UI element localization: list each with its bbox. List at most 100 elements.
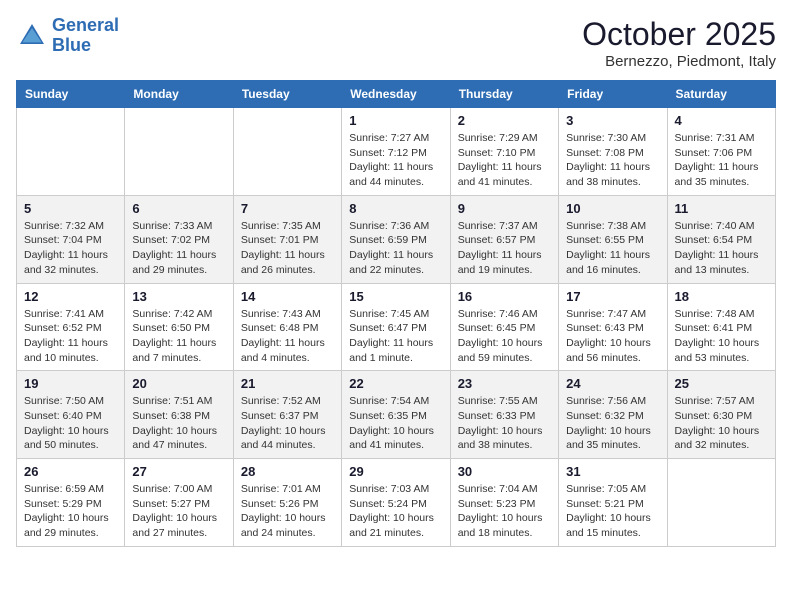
day-number: 22 bbox=[349, 376, 442, 391]
day-info: Sunrise: 7:50 AM Sunset: 6:40 PM Dayligh… bbox=[24, 394, 117, 453]
logo-icon bbox=[16, 20, 48, 52]
title-area: October 2025 Bernezzo, Piedmont, Italy bbox=[582, 16, 776, 70]
calendar-week-row: 19 Sunrise: 7:50 AM Sunset: 6:40 PM Dayli… bbox=[17, 371, 776, 459]
day-info: Sunrise: 7:33 AM Sunset: 7:02 PM Dayligh… bbox=[132, 219, 225, 278]
day-info: Sunrise: 7:36 AM Sunset: 6:59 PM Dayligh… bbox=[349, 219, 442, 278]
day-number: 25 bbox=[675, 376, 768, 391]
day-number: 16 bbox=[458, 289, 551, 304]
day-info: Sunrise: 7:40 AM Sunset: 6:54 PM Dayligh… bbox=[675, 219, 768, 278]
calendar-cell bbox=[125, 108, 233, 196]
weekday-header-cell: Wednesday bbox=[342, 81, 450, 108]
day-info: Sunrise: 7:32 AM Sunset: 7:04 PM Dayligh… bbox=[24, 219, 117, 278]
day-number: 14 bbox=[241, 289, 334, 304]
day-info: Sunrise: 7:37 AM Sunset: 6:57 PM Dayligh… bbox=[458, 219, 551, 278]
page-header: General Blue October 2025 Bernezzo, Pied… bbox=[16, 16, 776, 70]
day-info: Sunrise: 7:01 AM Sunset: 5:26 PM Dayligh… bbox=[241, 482, 334, 541]
day-info: Sunrise: 7:45 AM Sunset: 6:47 PM Dayligh… bbox=[349, 307, 442, 366]
day-number: 18 bbox=[675, 289, 768, 304]
day-info: Sunrise: 7:35 AM Sunset: 7:01 PM Dayligh… bbox=[241, 219, 334, 278]
calendar-cell: 14 Sunrise: 7:43 AM Sunset: 6:48 PM Dayli… bbox=[233, 283, 341, 371]
weekday-header-cell: Sunday bbox=[17, 81, 125, 108]
day-number: 17 bbox=[566, 289, 659, 304]
calendar-cell: 7 Sunrise: 7:35 AM Sunset: 7:01 PM Daylig… bbox=[233, 195, 341, 283]
calendar-cell: 22 Sunrise: 7:54 AM Sunset: 6:35 PM Dayli… bbox=[342, 371, 450, 459]
calendar-cell: 5 Sunrise: 7:32 AM Sunset: 7:04 PM Daylig… bbox=[17, 195, 125, 283]
day-number: 31 bbox=[566, 464, 659, 479]
calendar-cell: 2 Sunrise: 7:29 AM Sunset: 7:10 PM Daylig… bbox=[450, 108, 558, 196]
calendar-cell: 31 Sunrise: 7:05 AM Sunset: 5:21 PM Dayli… bbox=[559, 459, 667, 547]
day-number: 27 bbox=[132, 464, 225, 479]
calendar-cell bbox=[17, 108, 125, 196]
day-number: 3 bbox=[566, 113, 659, 128]
day-number: 26 bbox=[24, 464, 117, 479]
calendar-cell: 20Sunrise: 7:51 AM Sunset: 6:38 PM Dayli… bbox=[125, 371, 233, 459]
day-info: Sunrise: 7:27 AM Sunset: 7:12 PM Dayligh… bbox=[349, 131, 442, 190]
calendar-cell: 13 Sunrise: 7:42 AM Sunset: 6:50 PM Dayli… bbox=[125, 283, 233, 371]
day-info: Sunrise: 7:29 AM Sunset: 7:10 PM Dayligh… bbox=[458, 131, 551, 190]
calendar-cell: 28 Sunrise: 7:01 AM Sunset: 5:26 PM Dayli… bbox=[233, 459, 341, 547]
day-number: 23 bbox=[458, 376, 551, 391]
location-subtitle: Bernezzo, Piedmont, Italy bbox=[582, 53, 776, 70]
calendar-week-row: 26 Sunrise: 6:59 AM Sunset: 5:29 PM Dayli… bbox=[17, 459, 776, 547]
day-info: Sunrise: 7:47 AM Sunset: 6:43 PM Dayligh… bbox=[566, 307, 659, 366]
day-number: 5 bbox=[24, 201, 117, 216]
calendar-cell: 10 Sunrise: 7:38 AM Sunset: 6:55 PM Dayli… bbox=[559, 195, 667, 283]
day-info: Sunrise: 7:55 AM Sunset: 6:33 PM Dayligh… bbox=[458, 394, 551, 453]
calendar-cell: 27 Sunrise: 7:00 AM Sunset: 5:27 PM Dayli… bbox=[125, 459, 233, 547]
day-info: Sunrise: 7:52 AM Sunset: 6:37 PM Dayligh… bbox=[241, 394, 334, 453]
day-info: Sunrise: 7:56 AM Sunset: 6:32 PM Dayligh… bbox=[566, 394, 659, 453]
calendar-cell: 25 Sunrise: 7:57 AM Sunset: 6:30 PM Dayli… bbox=[667, 371, 775, 459]
month-title: October 2025 bbox=[582, 16, 776, 53]
day-number: 28 bbox=[241, 464, 334, 479]
day-info: Sunrise: 7:00 AM Sunset: 5:27 PM Dayligh… bbox=[132, 482, 225, 541]
calendar-cell: 8Sunrise: 7:36 AM Sunset: 6:59 PM Daylig… bbox=[342, 195, 450, 283]
day-info: Sunrise: 7:42 AM Sunset: 6:50 PM Dayligh… bbox=[132, 307, 225, 366]
day-number: 21 bbox=[241, 376, 334, 391]
logo-text: General Blue bbox=[52, 16, 119, 56]
day-info: Sunrise: 7:57 AM Sunset: 6:30 PM Dayligh… bbox=[675, 394, 768, 453]
day-number: 15 bbox=[349, 289, 442, 304]
calendar-body: 1Sunrise: 7:27 AM Sunset: 7:12 PM Daylig… bbox=[17, 108, 776, 547]
calendar-cell: 3Sunrise: 7:30 AM Sunset: 7:08 PM Daylig… bbox=[559, 108, 667, 196]
calendar-week-row: 12 Sunrise: 7:41 AM Sunset: 6:52 PM Dayli… bbox=[17, 283, 776, 371]
day-info: Sunrise: 7:51 AM Sunset: 6:38 PM Dayligh… bbox=[132, 394, 225, 453]
weekday-header-row: SundayMondayTuesdayWednesdayThursdayFrid… bbox=[17, 81, 776, 108]
calendar-cell: 26 Sunrise: 6:59 AM Sunset: 5:29 PM Dayli… bbox=[17, 459, 125, 547]
day-number: 13 bbox=[132, 289, 225, 304]
calendar-cell bbox=[667, 459, 775, 547]
day-info: Sunrise: 7:03 AM Sunset: 5:24 PM Dayligh… bbox=[349, 482, 442, 541]
calendar-cell bbox=[233, 108, 341, 196]
weekday-header-cell: Tuesday bbox=[233, 81, 341, 108]
day-info: Sunrise: 7:05 AM Sunset: 5:21 PM Dayligh… bbox=[566, 482, 659, 541]
day-number: 12 bbox=[24, 289, 117, 304]
day-info: Sunrise: 7:41 AM Sunset: 6:52 PM Dayligh… bbox=[24, 307, 117, 366]
logo: General Blue bbox=[16, 16, 119, 56]
day-number: 19 bbox=[24, 376, 117, 391]
calendar-cell: 6Sunrise: 7:33 AM Sunset: 7:02 PM Daylig… bbox=[125, 195, 233, 283]
day-number: 10 bbox=[566, 201, 659, 216]
day-number: 7 bbox=[241, 201, 334, 216]
calendar-cell: 17 Sunrise: 7:47 AM Sunset: 6:43 PM Dayli… bbox=[559, 283, 667, 371]
weekday-header-cell: Thursday bbox=[450, 81, 558, 108]
calendar-cell: 9 Sunrise: 7:37 AM Sunset: 6:57 PM Daylig… bbox=[450, 195, 558, 283]
weekday-header-cell: Monday bbox=[125, 81, 233, 108]
calendar-cell: 21 Sunrise: 7:52 AM Sunset: 6:37 PM Dayli… bbox=[233, 371, 341, 459]
calendar-cell: 29 Sunrise: 7:03 AM Sunset: 5:24 PM Dayli… bbox=[342, 459, 450, 547]
calendar-cell: 18 Sunrise: 7:48 AM Sunset: 6:41 PM Dayli… bbox=[667, 283, 775, 371]
day-info: Sunrise: 7:04 AM Sunset: 5:23 PM Dayligh… bbox=[458, 482, 551, 541]
calendar-cell: 1Sunrise: 7:27 AM Sunset: 7:12 PM Daylig… bbox=[342, 108, 450, 196]
day-info: Sunrise: 7:48 AM Sunset: 6:41 PM Dayligh… bbox=[675, 307, 768, 366]
day-info: Sunrise: 7:46 AM Sunset: 6:45 PM Dayligh… bbox=[458, 307, 551, 366]
day-info: Sunrise: 6:59 AM Sunset: 5:29 PM Dayligh… bbox=[24, 482, 117, 541]
logo-line1: General bbox=[52, 15, 119, 35]
day-number: 11 bbox=[675, 201, 768, 216]
day-number: 9 bbox=[458, 201, 551, 216]
day-number: 29 bbox=[349, 464, 442, 479]
calendar-week-row: 1Sunrise: 7:27 AM Sunset: 7:12 PM Daylig… bbox=[17, 108, 776, 196]
calendar-cell: 4Sunrise: 7:31 AM Sunset: 7:06 PM Daylig… bbox=[667, 108, 775, 196]
day-info: Sunrise: 7:38 AM Sunset: 6:55 PM Dayligh… bbox=[566, 219, 659, 278]
day-info: Sunrise: 7:54 AM Sunset: 6:35 PM Dayligh… bbox=[349, 394, 442, 453]
day-info: Sunrise: 7:43 AM Sunset: 6:48 PM Dayligh… bbox=[241, 307, 334, 366]
logo-line2: Blue bbox=[52, 35, 91, 55]
day-number: 2 bbox=[458, 113, 551, 128]
